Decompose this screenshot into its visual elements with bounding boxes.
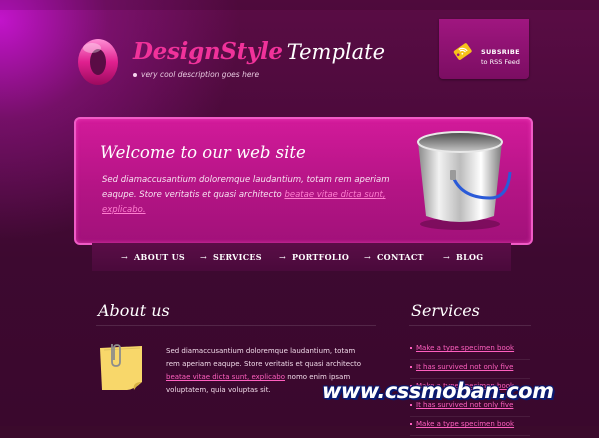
about-divider — [96, 325, 376, 326]
arrow-right-icon: → — [200, 253, 208, 262]
services-divider — [409, 325, 531, 326]
about-heading: About us — [98, 301, 170, 320]
site-title-white: Template — [286, 40, 386, 64]
list-item: It has survived not only five — [410, 362, 530, 379]
list-item: Make a type specimen book — [410, 343, 530, 360]
welcome-heading: Welcome to our web site — [100, 143, 306, 162]
rss-tag-icon — [453, 43, 472, 60]
site-title-colored: DesignStyle — [133, 38, 283, 65]
nav-blog[interactable]: → BLOG — [443, 252, 483, 262]
services-heading: Services — [411, 301, 480, 320]
service-link[interactable]: It has survived not only five — [416, 363, 513, 371]
rss-line1: SUBSRIBE — [481, 48, 520, 56]
about-link[interactable]: beatae vitae dicta sunt, explicabo — [166, 373, 285, 381]
nav-about-us[interactable]: → ABOUT US — [121, 252, 185, 262]
watermark-text: www.cssmoban.com — [322, 379, 554, 403]
service-link[interactable]: Make a type specimen book — [416, 420, 514, 428]
arrow-right-icon: → — [443, 253, 451, 262]
arrow-right-icon: → — [364, 253, 372, 262]
welcome-text: Sed diamaccusantium doloremque laudantiu… — [102, 175, 390, 215]
site-title[interactable]: DesignStyle Template — [133, 38, 385, 65]
arrow-right-icon: → — [279, 253, 287, 262]
list-item: Make a type specimen book — [410, 419, 530, 436]
service-link[interactable]: Make a type specimen book — [416, 344, 514, 352]
rss-line2: to RSS Feed — [481, 58, 520, 66]
rss-subscribe-button[interactable]: SUBSRIBE to RSS Feed — [439, 19, 529, 79]
sticky-note-icon — [100, 344, 142, 390]
nav-services[interactable]: → SERVICES — [200, 252, 262, 262]
tagline: very cool description goes here — [133, 70, 259, 79]
nav-portfolio[interactable]: → PORTFOLIO — [279, 252, 349, 262]
nav-contact[interactable]: → CONTACT — [364, 252, 424, 262]
arrow-right-icon: → — [121, 253, 129, 262]
logo-o-icon — [78, 39, 118, 85]
bullet-icon — [133, 73, 137, 77]
top-stripe — [0, 0, 599, 10]
main-nav: → ABOUT US → SERVICES → PORTFOLIO → CONTACT … — [92, 243, 511, 271]
bucket-icon — [417, 131, 512, 230]
